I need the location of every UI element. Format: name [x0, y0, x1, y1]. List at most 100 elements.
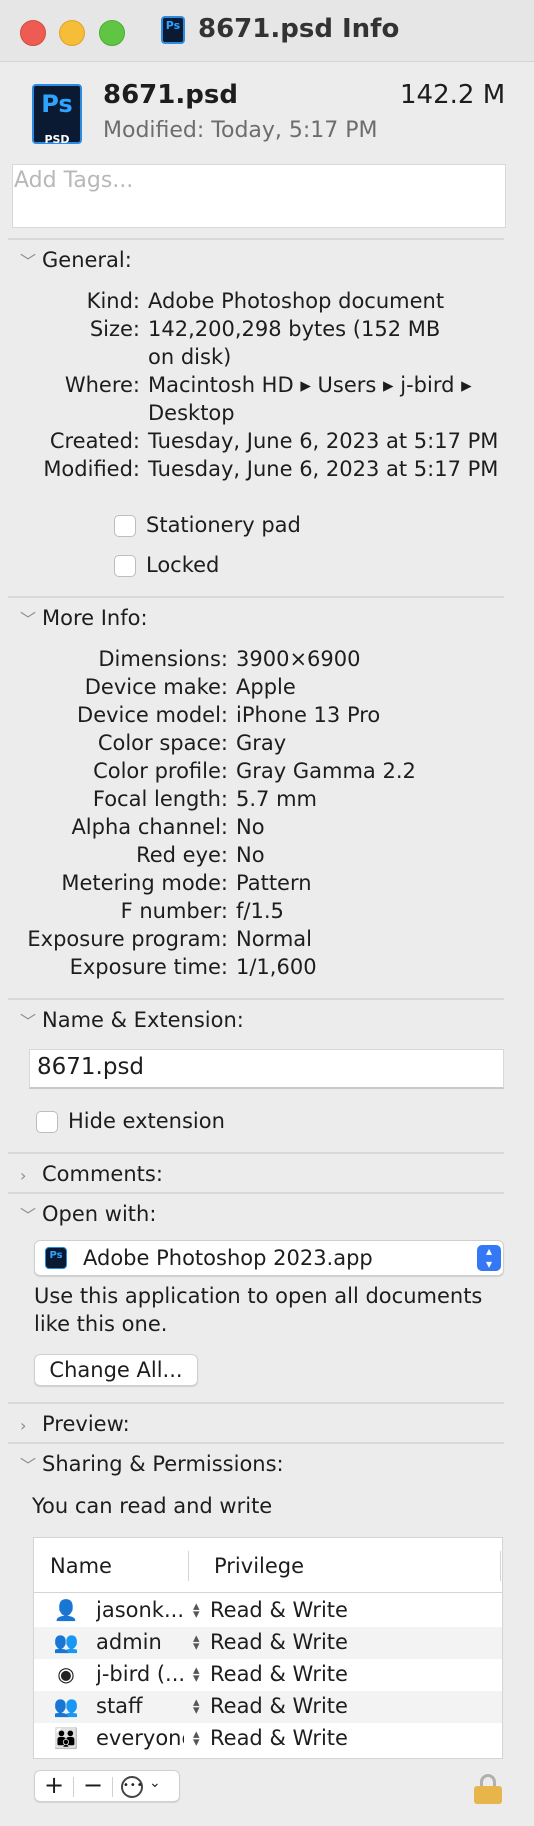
change-all-button[interactable]: Change All... — [34, 1354, 198, 1386]
more-info-value: f/1.5 — [236, 899, 284, 923]
title-psd-icon: Ps — [161, 16, 185, 44]
section-general-header[interactable]: ﹀ General: — [20, 248, 132, 272]
divider — [8, 1442, 504, 1444]
section-name-extension-header[interactable]: ﹀ Name & Extension: — [20, 1008, 244, 1032]
user-icon: 👤 — [53, 1598, 79, 1622]
created-label: Created: — [49, 429, 140, 453]
section-preview-header[interactable]: › Preview: — [20, 1412, 130, 1436]
created-value: Tuesday, June 6, 2023 at 5:17 PM — [148, 429, 499, 453]
more-info-value: Pattern — [236, 871, 312, 895]
privilege-popup[interactable]: Read & Write — [210, 1598, 348, 1622]
permission-user-name: everyone — [96, 1726, 184, 1750]
size-label: Size: — [89, 317, 140, 341]
where-value-2: Desktop — [148, 401, 235, 425]
column-divider — [500, 1551, 501, 1581]
more-info-value: 1/1,600 — [236, 955, 317, 979]
open-with-app: Adobe Photoshop 2023.app — [83, 1246, 373, 1270]
stationery-checkbox[interactable] — [114, 515, 136, 537]
privilege-popup-arrows-icon[interactable]: ▴ ▾ — [193, 1664, 200, 1685]
kind-label: Kind: — [86, 289, 140, 313]
open-with-popup[interactable]: Ps Adobe Photoshop 2023.app ▴ ▾ — [34, 1240, 504, 1276]
divider — [8, 596, 504, 598]
size-value-1: 142,200,298 bytes (152 MB — [148, 317, 441, 341]
close-button[interactable] — [20, 20, 46, 46]
more-info-value: Gray — [236, 731, 287, 755]
section-sharing-header[interactable]: ﹀ Sharing & Permissions: — [20, 1452, 284, 1476]
privilege-popup[interactable]: Read & Write — [210, 1662, 348, 1686]
more-info-label: F number: — [120, 899, 228, 923]
divider — [8, 238, 504, 240]
kind-value: Adobe Photoshop document — [148, 289, 445, 313]
divider — [8, 998, 504, 1000]
open-with-desc-1: Use this application to open all documen… — [34, 1284, 483, 1308]
column-header-privilege[interactable]: Privilege — [214, 1554, 304, 1578]
more-info-value: iPhone 13 Pro — [236, 703, 381, 727]
sharing-status: You can read and write — [32, 1494, 273, 1518]
more-info-value: Gray Gamma 2.2 — [236, 759, 416, 783]
more-info-value: No — [236, 815, 265, 839]
permission-user-name: j-bird (... — [96, 1662, 184, 1686]
more-info-label: Metering mode: — [61, 871, 228, 895]
more-info-value: No — [236, 843, 265, 867]
privilege-popup-arrows-icon[interactable]: ▴ ▾ — [193, 1728, 200, 1749]
locked-checkbox[interactable] — [114, 555, 136, 577]
more-actions-icon[interactable]: ••• — [121, 1776, 143, 1798]
more-info-label: Red eye: — [136, 843, 228, 867]
permission-user-name: jasonk... — [96, 1598, 184, 1622]
privilege-popup[interactable]: Read & Write — [210, 1630, 348, 1654]
chevron-down-icon[interactable]: ⌄ — [149, 1775, 161, 1791]
more-info-label: Focal length: — [92, 787, 228, 811]
divider — [8, 1402, 504, 1404]
divider — [8, 1192, 504, 1194]
hide-extension-checkbox[interactable] — [36, 1111, 58, 1133]
privilege-popup-arrows-icon[interactable]: ▴ ▾ — [193, 1600, 200, 1621]
chevron-down-icon: ﹀ — [20, 1206, 37, 1225]
section-open-with-header[interactable]: ﹀ Open with: — [20, 1202, 156, 1226]
chevron-right-icon: › — [20, 1416, 27, 1435]
photoshop-psd-icon: Ps PSD — [32, 84, 82, 146]
column-header-name[interactable]: Name — [50, 1554, 112, 1578]
privilege-popup[interactable]: Read & Write — [210, 1694, 348, 1718]
group-icon: 👥 — [53, 1694, 79, 1718]
where-label: Where: — [64, 373, 140, 397]
more-info-label: Exposure program: — [27, 927, 228, 951]
window-title: 8671.psd Info — [198, 14, 400, 44]
header-separator — [34, 1592, 502, 1593]
tags-placeholder: Add Tags... — [14, 168, 134, 193]
chevron-right-icon: › — [20, 1166, 27, 1185]
privilege-popup[interactable]: Read & Write — [210, 1726, 348, 1750]
popup-arrows-icon: ▴ ▾ — [477, 1245, 501, 1271]
chevron-down-icon: ﹀ — [20, 610, 37, 629]
privilege-popup-arrows-icon[interactable]: ▴ ▾ — [193, 1632, 200, 1653]
zoom-button[interactable] — [99, 20, 125, 46]
more-info-label: Color space: — [97, 731, 228, 755]
everyone-icon: 👪 — [53, 1726, 79, 1750]
section-more-info-header[interactable]: ﹀ More Info: — [20, 606, 148, 630]
more-info-value: 5.7 mm — [236, 787, 317, 811]
more-info-value: Normal — [236, 927, 312, 951]
more-info-label: Color profile: — [93, 759, 228, 783]
filename-value: 8671.psd — [37, 1054, 145, 1080]
modified-value: Tuesday, June 6, 2023 at 5:17 PM — [148, 457, 499, 481]
more-info-label: Device model: — [77, 703, 228, 727]
user-circle-icon: ◉ — [57, 1662, 75, 1686]
remove-icon[interactable]: − — [74, 1771, 112, 1801]
group-icon: 👥 — [53, 1630, 79, 1654]
privilege-popup-arrows-icon[interactable]: ▴ ▾ — [193, 1696, 200, 1717]
file-size: 142.2 M — [400, 80, 506, 110]
permission-user-name: staff — [96, 1694, 143, 1718]
lock-icon[interactable] — [474, 1774, 502, 1804]
file-modified: Modified: Today, 5:17 PM — [103, 118, 378, 143]
photoshop-app-icon: Ps — [45, 1247, 67, 1269]
chevron-down-icon: ﹀ — [20, 1456, 37, 1475]
minimize-button[interactable] — [59, 20, 85, 46]
section-comments-header[interactable]: › Comments: — [20, 1162, 163, 1186]
more-info-value: 3900×6900 — [236, 647, 361, 671]
column-divider — [188, 1551, 189, 1581]
add-icon[interactable]: + — [35, 1771, 73, 1801]
divider — [8, 1152, 504, 1154]
stationery-label: Stationery pad — [146, 513, 301, 537]
modified-label: Modified: — [43, 457, 140, 481]
locked-label: Locked — [146, 553, 220, 577]
permission-user-name: admin — [96, 1630, 162, 1654]
